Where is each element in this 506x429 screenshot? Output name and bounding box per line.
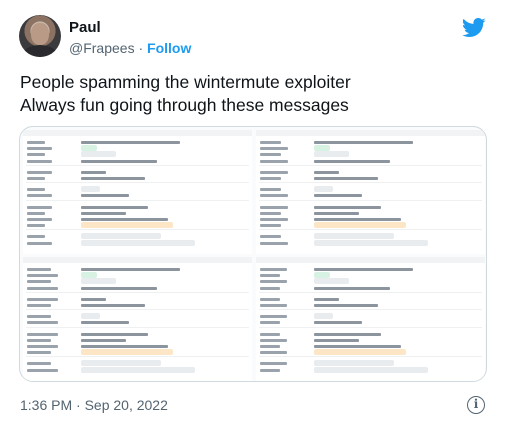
row-label: [260, 224, 281, 228]
author-handle-line: @Frapees · Follow: [69, 40, 191, 56]
info-icon[interactable]: i: [467, 396, 485, 414]
row-badge: [81, 239, 196, 246]
pane-divider: [259, 309, 482, 311]
pane-divider: [259, 356, 482, 358]
pane-divider: [259, 182, 482, 184]
row-label: [260, 241, 288, 245]
pane-divider: [26, 326, 249, 328]
pane-divider: [26, 229, 249, 231]
row-badge: [81, 222, 174, 229]
row-value: [81, 177, 145, 180]
pane-row: [256, 239, 485, 248]
attached-screenshot[interactable]: [19, 126, 487, 382]
pane-divider: [26, 291, 249, 293]
row-label: [260, 194, 288, 198]
pane-divider: [26, 164, 249, 166]
row-label: [260, 304, 287, 307]
row-label: [27, 177, 45, 180]
tweet-card: Paul @Frapees · Follow People spamming t…: [0, 0, 506, 429]
transaction-pane: [23, 257, 252, 381]
row-badge: [314, 239, 429, 246]
row-badge: [314, 349, 407, 356]
row-label: [260, 286, 280, 290]
row-label: [27, 159, 52, 163]
pane-divider: [259, 164, 482, 166]
pane-row: [256, 366, 485, 375]
pane-tab-bar: [23, 257, 252, 263]
pane-row: [23, 239, 252, 248]
row-value: [81, 194, 129, 198]
row-value: [81, 159, 158, 163]
pane-divider: [26, 309, 249, 311]
pane-divider: [259, 291, 482, 293]
pane-tab-bar: [256, 257, 485, 263]
pane-divider: [259, 229, 482, 231]
row-label: [27, 286, 58, 290]
pane-tab-bar: [256, 130, 485, 136]
row-badge: [314, 222, 407, 229]
tweet-line-1: People spamming the wintermute exploiter: [20, 72, 351, 92]
row-badge: [81, 366, 196, 373]
avatar[interactable]: [19, 15, 61, 57]
pane-row: [23, 366, 252, 375]
pane-divider: [26, 356, 249, 358]
row-value: [314, 286, 391, 290]
follow-button[interactable]: Follow: [147, 40, 191, 56]
row-label: [27, 194, 52, 198]
row-label: [27, 241, 52, 245]
row-label: [27, 304, 51, 307]
row-value: [314, 304, 378, 307]
pane-divider: [26, 182, 249, 184]
avatar-face: [31, 23, 49, 45]
row-label: [27, 321, 58, 325]
tweet-text: People spamming the wintermute exploiter…: [20, 71, 351, 117]
row-badge: [314, 366, 429, 373]
row-label: [260, 159, 288, 163]
transaction-pane: [256, 130, 485, 254]
row-value: [81, 321, 129, 325]
row-value: [314, 194, 362, 198]
pane-divider: [26, 199, 249, 201]
row-label: [27, 351, 51, 355]
row-label: [260, 177, 281, 180]
transaction-pane: [256, 257, 485, 381]
row-value: [314, 321, 362, 325]
transaction-pane: [23, 130, 252, 254]
pane-tab-bar: [23, 130, 252, 136]
row-label: [27, 224, 45, 228]
row-label: [260, 351, 287, 355]
tweet-line-2: Always fun going through these messages: [20, 95, 349, 115]
row-value: [81, 286, 158, 290]
tweet-timestamp[interactable]: 1:36 PM · Sep 20, 2022: [20, 397, 168, 413]
pane-divider: [259, 199, 482, 201]
row-value: [314, 159, 391, 163]
row-label: [260, 368, 280, 372]
pane-divider: [259, 326, 482, 328]
row-label: [260, 321, 280, 325]
row-value: [81, 304, 145, 307]
author-handle[interactable]: @Frapees: [69, 40, 135, 56]
row-label: [27, 368, 58, 372]
author-name[interactable]: Paul: [69, 19, 101, 36]
separator-dot: ·: [138, 40, 144, 56]
row-value: [314, 177, 378, 180]
row-badge: [81, 349, 174, 356]
twitter-bird-icon[interactable]: [462, 18, 486, 38]
avatar-shoulders: [23, 45, 57, 57]
